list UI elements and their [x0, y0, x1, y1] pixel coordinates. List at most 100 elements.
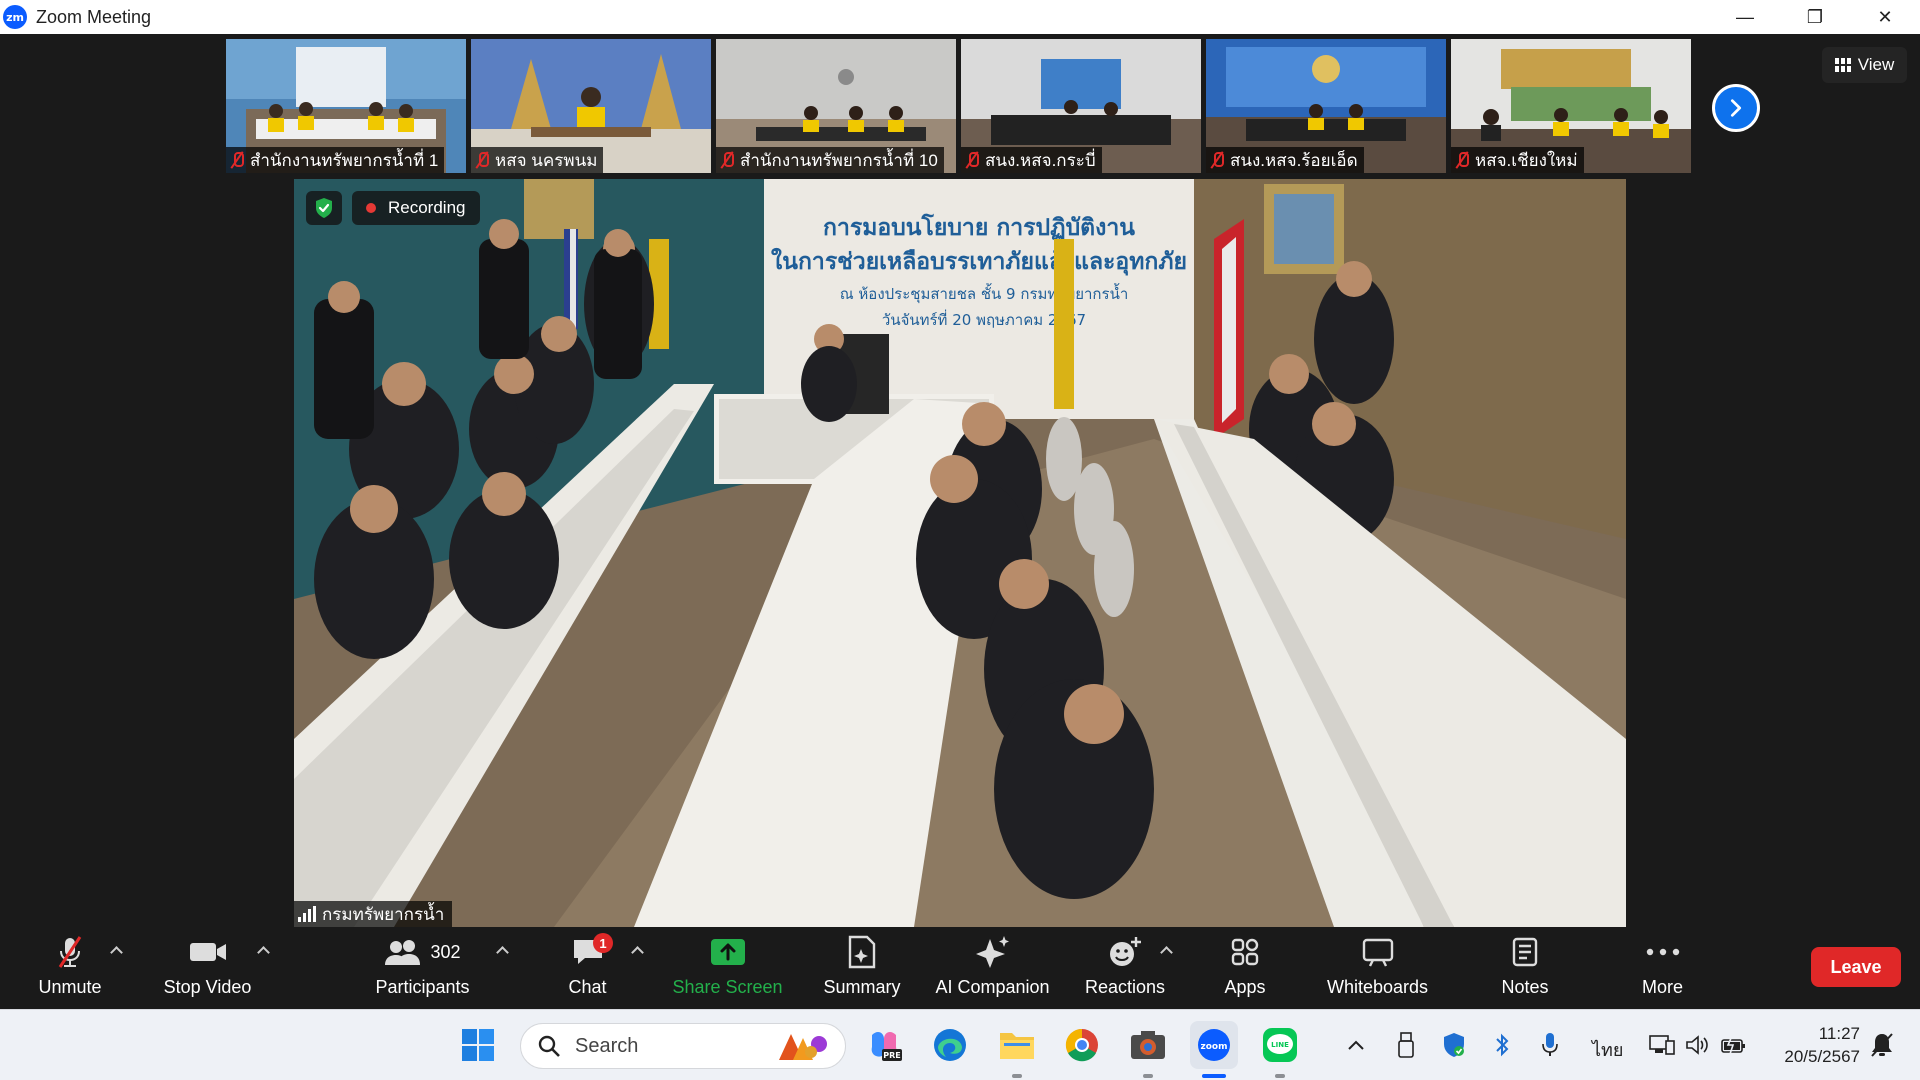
banner-line-3: ณ ห้องประชุมสายชล ชั้น 9 กรมทรัพยากรน้ำ: [840, 283, 1129, 304]
mic-muted-icon: [58, 936, 82, 968]
search-icon: [538, 1035, 560, 1057]
show-hidden-icons-chevron-icon[interactable]: [1336, 1025, 1376, 1065]
reactions-options-caret-icon[interactable]: [1160, 945, 1172, 957]
participant-name: สนง.หสจ.ร้อยเอ็ด: [1230, 150, 1358, 170]
chat-button[interactable]: Chat: [550, 927, 625, 1009]
participant-name-bar: สำนักงานทรัพยากรน้ำที่ 10: [716, 147, 944, 173]
edge-browser-icon[interactable]: [930, 1025, 970, 1065]
audio-options-caret-icon[interactable]: [110, 945, 122, 957]
meeting-room-scene: การมอบนโยบาย การปฏิบัติงาน ในการช่วยเหลื…: [294, 179, 1626, 927]
explorer-running-indicator: [1012, 1074, 1022, 1078]
share-screen-label: Share Screen: [672, 977, 783, 997]
notes-button[interactable]: Notes: [1480, 927, 1570, 1009]
summary-button[interactable]: Summary: [812, 927, 912, 1009]
ai-companion-button[interactable]: AI Companion: [930, 927, 1055, 1009]
zoom-taskbar-icon[interactable]: zoom: [1190, 1021, 1238, 1069]
summary-document-icon: [848, 935, 876, 969]
more-dots-icon: [1646, 948, 1679, 956]
participant-name: สำนักงานทรัพยากรน้ำที่ 10: [740, 150, 938, 170]
volume-icon[interactable]: [1678, 1025, 1718, 1065]
search-placeholder: Search: [575, 1034, 639, 1057]
reactions-label: Reactions: [1084, 977, 1166, 997]
participant-tile[interactable]: สำนักงานทรัพยากรน้ำที่ 10: [716, 39, 956, 173]
ai-sparkle-icon: [975, 936, 1009, 968]
more-button[interactable]: More: [1620, 927, 1705, 1009]
participant-tile[interactable]: หสจ.เชียงใหม่: [1451, 39, 1691, 173]
whiteboard-icon: [1362, 938, 1393, 967]
file-explorer-icon[interactable]: [997, 1025, 1037, 1065]
participant-tile[interactable]: สนง.หสจ.ร้อยเอ็ด: [1206, 39, 1446, 173]
usb-device-icon[interactable]: [1386, 1025, 1426, 1065]
banner-line-2: ในการช่วยเหลือบรรเทาภัยแล้งและอุทกภัย: [771, 247, 1187, 276]
video-options-caret-icon[interactable]: [257, 945, 269, 957]
participant-name-bar: สนง.หสจ.กระบี่: [961, 147, 1102, 173]
participants-icon: [385, 940, 421, 965]
whiteboards-button[interactable]: Whiteboards: [1315, 927, 1440, 1009]
participant-tile[interactable]: หสจ นครพนม: [471, 39, 711, 173]
leave-button[interactable]: Leave: [1811, 947, 1901, 987]
window-title: Zoom Meeting: [36, 6, 152, 27]
restore-button[interactable]: ❐: [1780, 0, 1850, 34]
windows-start-icon[interactable]: [458, 1025, 498, 1065]
input-language[interactable]: ไทย: [1592, 1035, 1623, 1064]
active-speaker-video[interactable]: การมอบนโยบาย การปฏิบัติงาน ในการช่วยเหลื…: [294, 179, 1626, 927]
mic-muted-icon: [230, 151, 244, 169]
bluetooth-icon[interactable]: [1482, 1025, 1522, 1065]
line-running-indicator: [1275, 1074, 1285, 1078]
participants-button[interactable]: 302 Participants: [365, 927, 480, 1009]
share-screen-icon: [710, 939, 745, 965]
whiteboards-label: Whiteboards: [1326, 977, 1429, 997]
speaker-name: กรมทรัพยากรน้ำ: [322, 904, 445, 924]
chrome-browser-icon[interactable]: [1062, 1025, 1102, 1065]
next-page-button[interactable]: [1712, 84, 1760, 132]
unmute-button[interactable]: Unmute: [20, 927, 120, 1009]
meeting-toolbar: Unmute Stop Video 302 Participants Chat …: [0, 927, 1920, 1009]
speaker-name-bar: กรมทรัพยากรน้ำ: [294, 901, 453, 927]
security-shield-icon[interactable]: [1434, 1025, 1474, 1065]
participant-tile[interactable]: สนง.หสจ.กระบี่: [961, 39, 1201, 173]
network-icon[interactable]: [1642, 1025, 1682, 1065]
recording-label: Recording: [388, 198, 466, 217]
apps-icon: [1231, 938, 1259, 966]
mic-muted-icon: [1455, 151, 1469, 169]
recording-indicator[interactable]: Recording: [352, 191, 480, 225]
signal-strength-icon: [298, 906, 316, 922]
mic-muted-icon: [720, 151, 734, 169]
share-screen-button[interactable]: Share Screen: [670, 927, 785, 1009]
close-button[interactable]: ✕: [1850, 0, 1920, 34]
search-highlight-icon: [779, 1034, 827, 1060]
battery-icon[interactable]: [1714, 1025, 1754, 1065]
stop-video-button[interactable]: Stop Video: [155, 927, 260, 1009]
summary-label: Summary: [823, 977, 901, 997]
participant-tile[interactable]: สำนักงานทรัพยากรน้ำที่ 1: [226, 39, 466, 173]
recording-dot-icon: [366, 203, 376, 213]
line-app-icon[interactable]: LINE: [1260, 1025, 1300, 1065]
line-app-label: LINE: [1271, 1041, 1289, 1049]
camera-app-icon[interactable]: [1128, 1025, 1168, 1065]
chat-options-caret-icon[interactable]: [631, 945, 643, 957]
mic-muted-icon: [1210, 151, 1224, 169]
window-titlebar: zm Zoom Meeting — ❐ ✕: [0, 0, 1920, 34]
taskbar-search[interactable]: Search: [520, 1023, 846, 1069]
apps-button[interactable]: Apps: [1205, 927, 1285, 1009]
zoom-app-icon: zm: [3, 5, 27, 29]
microphone-tray-icon[interactable]: [1530, 1025, 1570, 1065]
view-button[interactable]: View: [1822, 47, 1907, 83]
ai-companion-label: AI Companion: [935, 977, 1050, 997]
minimize-button[interactable]: —: [1710, 0, 1780, 34]
copilot-badge-label: PRE: [883, 1051, 901, 1060]
camera-running-indicator: [1143, 1074, 1153, 1078]
window-controls: — ❐ ✕: [1710, 0, 1920, 34]
copilot-icon[interactable]: PRE: [864, 1025, 904, 1065]
notifications-bell-icon[interactable]: [1862, 1025, 1902, 1065]
participants-options-caret-icon[interactable]: [496, 945, 508, 957]
video-camera-icon: [189, 943, 226, 961]
gallery-strip: สำนักงานทรัพยากรน้ำที่ 1 หสจ นครพนม สำนั…: [226, 39, 1691, 173]
chat-unread-badge: 1: [593, 933, 613, 953]
notes-label: Notes: [1501, 977, 1549, 997]
system-clock[interactable]: 11:27 20/5/2567: [1770, 1022, 1860, 1068]
mic-muted-icon: [965, 151, 979, 169]
view-label: View: [1857, 55, 1895, 74]
encryption-shield-icon[interactable]: [306, 191, 342, 225]
reactions-button[interactable]: Reactions: [1075, 927, 1175, 1009]
